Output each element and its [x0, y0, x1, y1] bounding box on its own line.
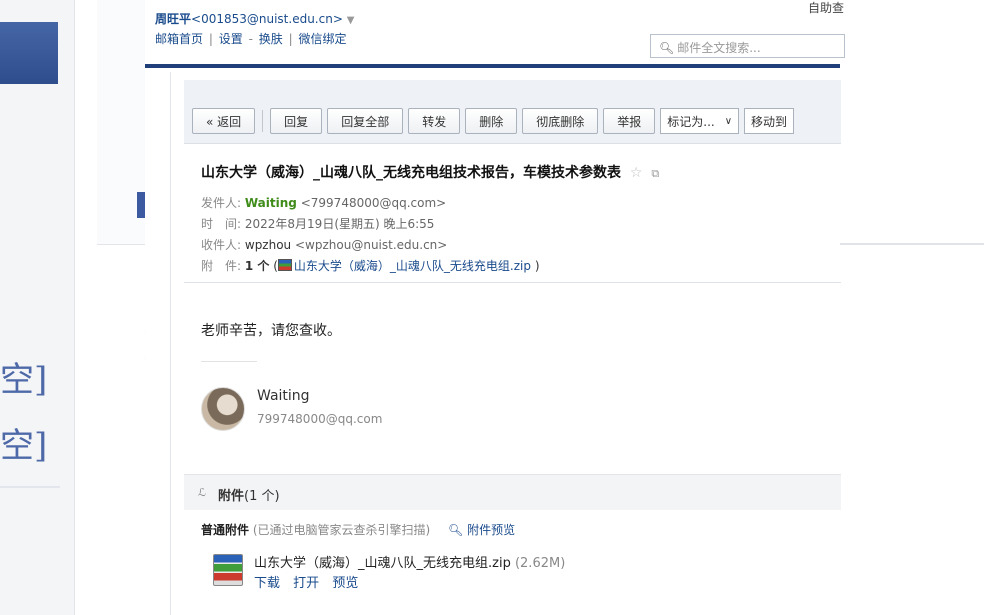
toolbar: « 返回 回复 回复全部 转发 删除 彻底删除 举报 标记为... ∨ 移动到: [192, 108, 795, 134]
move-to-label: 移动到: [751, 114, 788, 129]
attachment-file-name[interactable]: 山东大学（威海）_山魂八队_无线充电组.zip: [254, 556, 511, 571]
from-row: 发件人: Waiting <799748000@qq.com>: [201, 196, 447, 210]
search-input[interactable]: 🔍︎ 邮件全文搜索...: [650, 34, 845, 58]
sender-address: <799748000@qq.com>: [300, 196, 447, 210]
background-text: 空]: [0, 426, 48, 466]
header-divider: [184, 282, 841, 283]
background-divider: [0, 486, 60, 488]
back-button[interactable]: « 返回: [192, 108, 256, 134]
recipient-name[interactable]: wpzhou: [245, 238, 291, 252]
attachment-file-size: (2.62M): [514, 556, 566, 571]
recipient-address: <wpzhou@nuist.edu.cn>: [295, 238, 448, 252]
attachments-subheader: 普通附件 (已通过电脑管家云查杀引擎扫描) 🔍︎ 附件预览: [201, 521, 515, 538]
background-block: [0, 22, 58, 84]
chevron-down-icon[interactable]: ▼: [347, 15, 355, 26]
nav-settings-link[interactable]: 设置: [219, 32, 243, 46]
attachments-section: 普通附件: [201, 523, 250, 537]
move-to-select[interactable]: 移动到: [744, 108, 795, 134]
attachment-file: 山东大学（威海）_山魂八队_无线充电组.zip (2.62M): [254, 552, 565, 571]
email-subject: 山东大学（威海）_山魂八队_无线充电组技术报告，车模技术参数表 ☆ ⧉: [201, 162, 659, 182]
mark-as-label: 标记为...: [667, 114, 715, 129]
nav-home-link[interactable]: 邮箱首页: [155, 32, 203, 46]
help-link[interactable]: 自助查: [808, 0, 844, 16]
avatar: [201, 387, 245, 431]
mail-header: 周旺平<001853@nuist.edu.cn> ▼ 邮箱首页 | 设置 - 换…: [145, 0, 845, 68]
zip-icon: [277, 259, 292, 271]
attachment-link[interactable]: 山东大学（威海）_山魂八队_无线充电组.zip: [294, 259, 531, 273]
background-panel: [840, 0, 984, 245]
attachments-count: (1 个): [244, 489, 280, 504]
user-name[interactable]: 周旺平: [155, 12, 191, 26]
top-nav: 邮箱首页 | 设置 - 换肤 | 微信绑定: [155, 32, 347, 46]
attachment-preview-link[interactable]: 🔍︎ 附件预览: [448, 523, 515, 537]
sender-name[interactable]: Waiting: [245, 196, 297, 210]
scan-note: (已通过电脑管家云查杀引擎扫描): [252, 523, 431, 537]
preview-link[interactable]: 预览: [332, 576, 358, 591]
signature-email: 799748000@qq.com: [257, 412, 383, 426]
attachment-count: 1 个: [244, 259, 270, 273]
to-row: 收件人: wpzhou <wpzhou@nuist.edu.cn>: [201, 238, 448, 252]
popout-icon[interactable]: ⧉: [651, 167, 659, 180]
mail-window: 周旺平<001853@nuist.edu.cn> ▼ 邮箱首页 | 设置 - 换…: [145, 0, 845, 615]
time-row: 时 间: 2022年8月19日(星期五) 晚上6:55: [201, 217, 435, 231]
nav-wechat-link[interactable]: 微信绑定: [298, 32, 346, 46]
permanent-delete-button[interactable]: 彻底删除: [522, 108, 599, 134]
zip-icon: [213, 554, 243, 586]
reply-all-button[interactable]: 回复全部: [327, 108, 404, 134]
paperclip-icon: ℒ: [198, 486, 206, 499]
forward-button[interactable]: 转发: [408, 108, 461, 134]
attachment-row: 附 件: 1 个 (山东大学（威海）_山魂八队_无线充电组.zip ): [201, 259, 540, 273]
background-sidebar: [0, 0, 75, 615]
download-link[interactable]: 下载: [254, 576, 280, 591]
signature-name: Waiting: [257, 388, 310, 404]
attachment-actions: 下载 打开 预览: [254, 572, 367, 591]
attachments-title: 附件: [218, 489, 245, 504]
magnifier-icon: 🔍︎: [448, 523, 464, 537]
signature-divider: [201, 361, 257, 362]
user-email: <001853@nuist.edu.cn>: [191, 12, 343, 26]
toolbar-separator: [262, 110, 264, 132]
nav-skin-link[interactable]: 换肤: [259, 32, 283, 46]
report-button[interactable]: 举报: [603, 108, 656, 134]
mark-as-select[interactable]: 标记为... ∨: [660, 108, 740, 134]
star-icon[interactable]: ☆: [630, 165, 643, 181]
subject-text: 山东大学（威海）_山魂八队_无线充电组技术报告，车模技术参数表: [201, 165, 621, 181]
delete-button[interactable]: 删除: [465, 108, 518, 134]
toolbar-area: « 返回 回复 回复全部 转发 删除 彻底删除 举报 标记为... ∨ 移动到: [184, 80, 841, 144]
attachments-header: ℒ 附件(1 个): [184, 474, 841, 510]
mail-content: « 返回 回复 回复全部 转发 删除 彻底删除 举报 标记为... ∨ 移动到 …: [170, 72, 841, 615]
user-info: 周旺平<001853@nuist.edu.cn> ▼: [155, 10, 354, 27]
email-body: 老师辛苦，请您查收。: [201, 323, 341, 339]
sent-time: 2022年8月19日(星期五) 晚上6:55: [244, 217, 435, 231]
search-placeholder: 邮件全文搜索...: [677, 41, 761, 55]
chevron-down-icon: ∨: [724, 115, 733, 127]
open-link[interactable]: 打开: [293, 576, 319, 591]
reply-button[interactable]: 回复: [270, 108, 323, 134]
search-icon: 🔍︎: [659, 41, 675, 55]
background-text: 空]: [0, 360, 48, 400]
